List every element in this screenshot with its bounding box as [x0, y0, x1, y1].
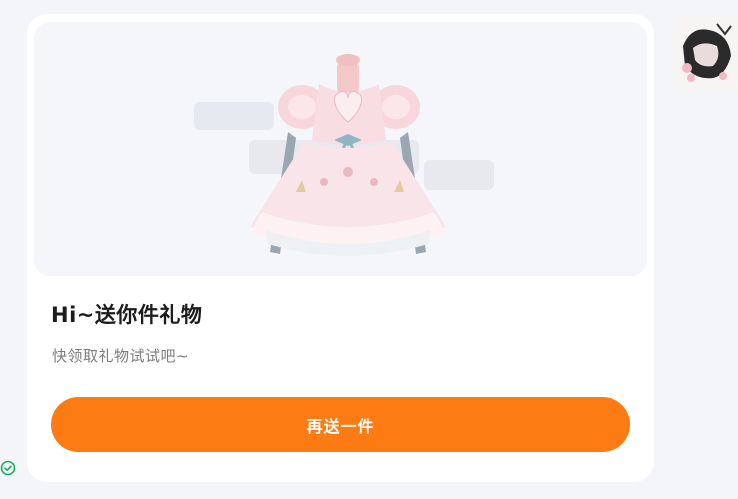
- check-circle-icon: [0, 460, 16, 476]
- chat-view: Hi~送你件礼物 快领取礼物试试吧~ 再送一件: [0, 0, 738, 499]
- resend-gift-button[interactable]: 再送一件: [51, 397, 630, 452]
- gift-image-area[interactable]: [34, 22, 647, 276]
- dress-image: [194, 54, 494, 256]
- user-avatar[interactable]: [673, 16, 738, 92]
- gift-subtitle: 快领取礼物试试吧~: [52, 347, 190, 365]
- gift-message-card[interactable]: Hi~送你件礼物 快领取礼物试试吧~ 再送一件: [27, 14, 654, 482]
- gift-title: Hi~送你件礼物: [51, 303, 203, 327]
